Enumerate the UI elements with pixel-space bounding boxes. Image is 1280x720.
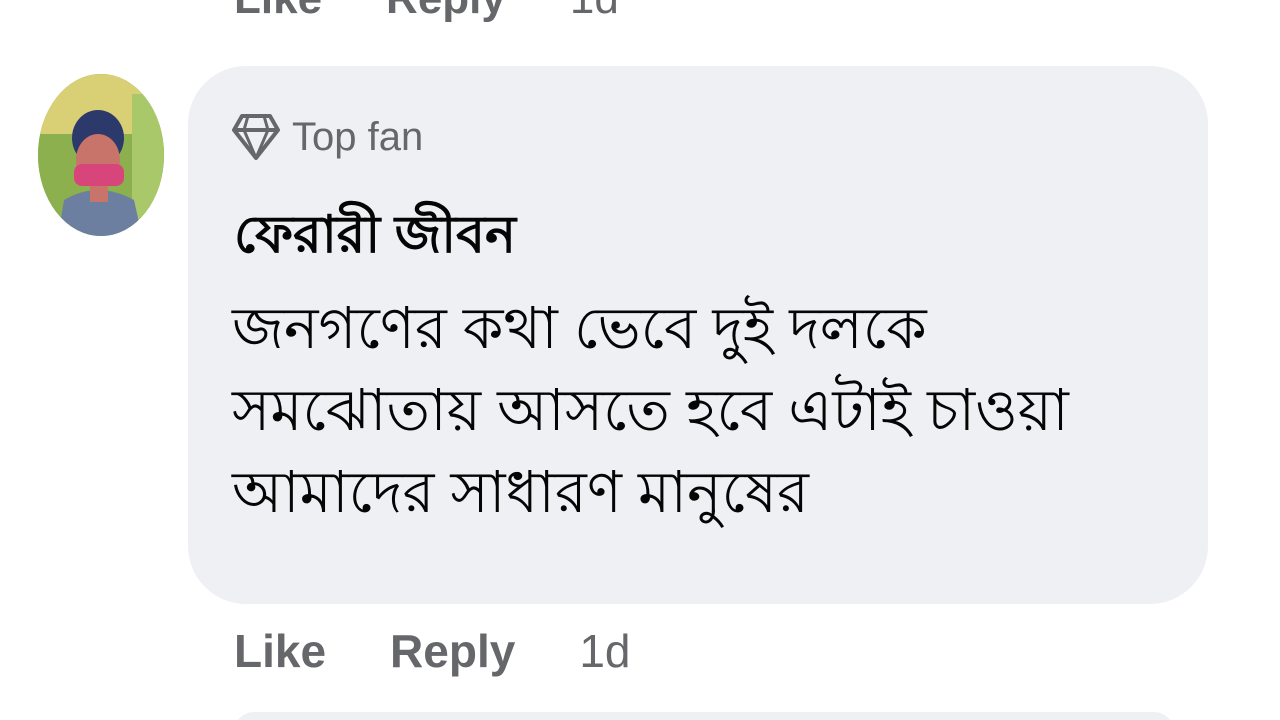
avatar[interactable] <box>38 74 164 236</box>
comment-actions: Like Reply 1d <box>234 624 630 678</box>
comments-view: Like Reply 1d Top fan ফেরারী জীবন জনগণ <box>0 0 1280 720</box>
top-fan-badge[interactable]: Top fan <box>232 110 423 164</box>
comment-body: জনগণের কথা ভেবে দুই দলকে সমঝোতায় আসতে হ… <box>232 274 1172 548</box>
next-comment-bubble <box>234 712 1174 720</box>
like-link[interactable]: Like <box>234 624 326 678</box>
comment-timestamp[interactable]: 1d <box>579 624 630 678</box>
previous-comment-actions: Like Reply 1d <box>234 0 683 24</box>
previous-like-link[interactable]: Like <box>234 0 322 24</box>
comment-bubble: Top fan ফেরারী জীবন জনগণের কথা ভেবে দুই … <box>188 66 1208 604</box>
diamond-icon <box>232 114 280 160</box>
comment-author[interactable]: ফেরারী জীবন <box>234 194 516 281</box>
user-avatar-icon <box>38 74 164 236</box>
badge-label: Top fan <box>292 114 424 159</box>
reply-link[interactable]: Reply <box>390 624 515 678</box>
previous-timestamp[interactable]: 1d <box>570 0 619 24</box>
previous-reply-link[interactable]: Reply <box>386 0 506 24</box>
